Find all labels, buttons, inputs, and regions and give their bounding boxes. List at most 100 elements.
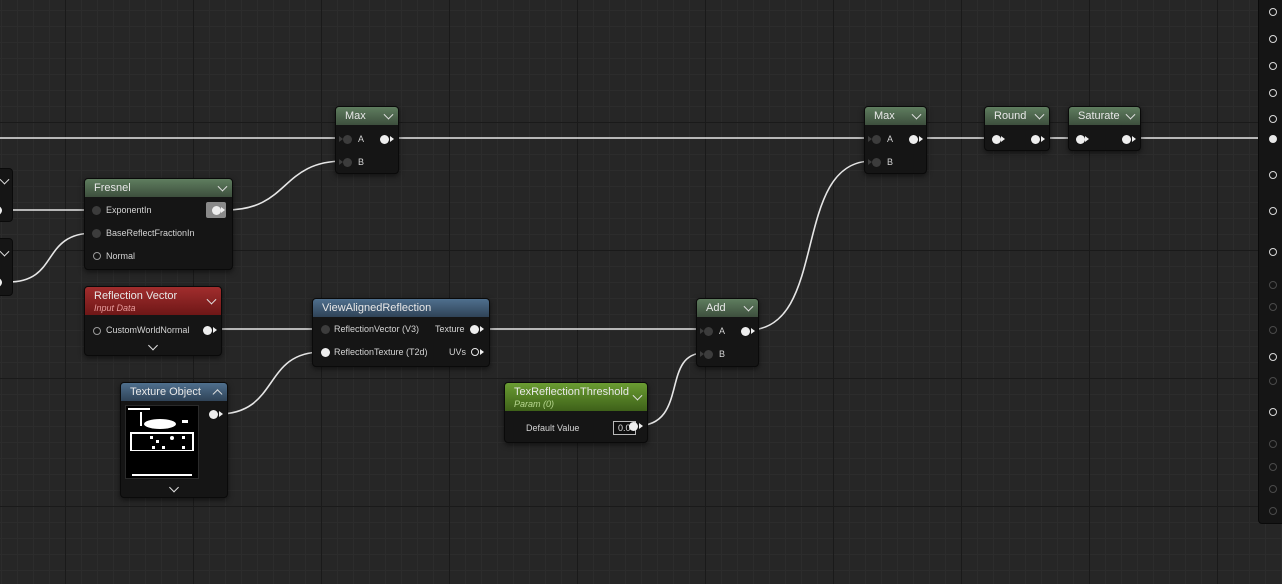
- pin-label-b: B: [358, 157, 365, 167]
- pin-disconnected-icon[interactable]: [1269, 35, 1277, 43]
- node-header[interactable]: Add: [697, 299, 758, 317]
- pin-disabled-icon[interactable]: [1269, 485, 1277, 493]
- add-node[interactable]: Add A B: [696, 298, 759, 367]
- pin-disabled-icon[interactable]: [1269, 281, 1277, 289]
- saturate-node[interactable]: Saturate: [1068, 106, 1141, 151]
- reflection-vector-node[interactable]: Reflection Vector Input Data CustomWorld…: [84, 286, 222, 356]
- pin-connected-icon[interactable]: [629, 422, 638, 431]
- tex-reflection-threshold-node[interactable]: TexReflectionThreshold Param (0) Default…: [504, 382, 648, 443]
- pin-disconnected-icon[interactable]: [93, 327, 101, 335]
- node-title: Reflection Vector: [94, 290, 178, 302]
- pin-disconnected-icon[interactable]: [1269, 171, 1277, 179]
- pin-connected-icon[interactable]: [321, 348, 330, 357]
- node-subtitle: Param (0): [514, 399, 555, 409]
- pin-disabled-icon[interactable]: [1269, 440, 1277, 448]
- node-header[interactable]: Texture Object: [121, 383, 227, 401]
- offscreen-node-1[interactable]: [0, 168, 13, 222]
- pin-disconnected-icon[interactable]: [1269, 115, 1277, 123]
- pin-label-a: A: [887, 134, 894, 144]
- pin-connected-icon[interactable]: [209, 410, 218, 419]
- texture-preview-thumbnail: [125, 405, 199, 479]
- chevron-down-icon[interactable]: [217, 181, 228, 192]
- node-title: Add: [706, 302, 726, 314]
- pin-disconnected-icon[interactable]: [471, 348, 479, 356]
- pin-disconnected-icon[interactable]: [872, 135, 881, 144]
- pin-disconnected-icon[interactable]: [93, 252, 101, 260]
- node-header[interactable]: Round: [985, 107, 1049, 125]
- material-graph-canvas[interactable]: Max A B Max A B Round Saturate Fresnel E…: [0, 0, 1282, 584]
- pin-disconnected-icon[interactable]: [1269, 248, 1277, 256]
- pin-connected-icon[interactable]: [909, 135, 918, 144]
- max-node-2[interactable]: Max A B: [864, 106, 927, 174]
- pin-connected-icon[interactable]: [1076, 135, 1085, 144]
- node-header[interactable]: TexReflectionThreshold Param (0): [505, 383, 647, 411]
- pin-connected-icon[interactable]: [1269, 135, 1277, 143]
- pin-disconnected-icon[interactable]: [1269, 8, 1277, 16]
- node-title: Round: [994, 110, 1027, 122]
- chevron-up-icon[interactable]: [212, 389, 223, 400]
- node-header[interactable]: Fresnel: [85, 179, 232, 197]
- texture-object-node[interactable]: Texture Object: [120, 382, 228, 498]
- pin-connected-icon[interactable]: [470, 325, 479, 334]
- pin-output-arrow-icon: [390, 136, 394, 142]
- pin-disconnected-icon[interactable]: [343, 135, 352, 144]
- pin-label-texture-out: Texture: [435, 324, 465, 334]
- pin-disabled-icon[interactable]: [1269, 463, 1277, 471]
- pin-connected-icon[interactable]: [212, 206, 221, 215]
- wire-texture-object-to-var: [217, 351, 323, 415]
- pin-disconnected-icon[interactable]: [1269, 353, 1277, 361]
- chevron-down-icon[interactable]: [1034, 109, 1045, 120]
- node-header[interactable]: Reflection Vector Input Data: [85, 287, 221, 315]
- chevron-down-icon[interactable]: [1125, 109, 1136, 120]
- pin-disconnected-icon[interactable]: [704, 350, 713, 359]
- pin-disconnected-icon[interactable]: [1269, 89, 1277, 97]
- pin-label-reflectionvector: ReflectionVector (V3): [334, 324, 420, 334]
- chevron-down-icon[interactable]: [911, 109, 922, 120]
- pin-disconnected-icon[interactable]: [1269, 207, 1277, 215]
- chevron-down-icon[interactable]: [0, 174, 10, 185]
- chevron-down-icon[interactable]: [743, 301, 754, 312]
- pin-disconnected-icon[interactable]: [343, 158, 352, 167]
- pin-connected-icon[interactable]: [1031, 135, 1040, 144]
- pin-connected-icon[interactable]: [380, 135, 389, 144]
- chevron-down-icon[interactable]: [383, 109, 394, 120]
- pin-connected-icon[interactable]: [992, 135, 1001, 144]
- pin-disconnected-icon[interactable]: [92, 206, 101, 215]
- node-title: Max: [345, 110, 366, 122]
- node-header[interactable]: ViewAlignedReflection: [313, 299, 489, 317]
- pin-disabled-icon[interactable]: [1269, 303, 1277, 311]
- pin-disconnected-icon[interactable]: [92, 229, 101, 238]
- pin-disconnected-icon[interactable]: [321, 325, 330, 334]
- chevron-down-icon[interactable]: [0, 246, 10, 257]
- pin-disconnected-icon[interactable]: [704, 327, 713, 336]
- wire-offscreen-to-fresnel-basereflect: [7, 232, 95, 283]
- pin-connected-icon[interactable]: [0, 206, 2, 215]
- pin-connected-icon[interactable]: [1122, 135, 1131, 144]
- chevron-down-icon[interactable]: [632, 390, 643, 401]
- pin-disabled-icon[interactable]: [1269, 377, 1277, 385]
- round-node[interactable]: Round: [984, 106, 1050, 151]
- pin-output-arrow-icon: [213, 327, 217, 333]
- pin-disabled-icon[interactable]: [1269, 326, 1277, 334]
- pin-disabled-icon[interactable]: [1269, 507, 1277, 515]
- node-header[interactable]: Max: [336, 107, 398, 125]
- node-header[interactable]: Saturate: [1069, 107, 1140, 125]
- chevron-down-icon[interactable]: [148, 340, 158, 351]
- max-node-1[interactable]: Max A B: [335, 106, 399, 174]
- offscreen-node-2[interactable]: [0, 238, 13, 296]
- view-aligned-reflection-node[interactable]: ViewAlignedReflection ReflectionVector (…: [312, 298, 490, 367]
- chevron-down-icon[interactable]: [169, 482, 179, 493]
- node-title: Fresnel: [94, 182, 131, 194]
- chevron-down-icon[interactable]: [206, 294, 217, 305]
- pin-connected-icon[interactable]: [203, 326, 212, 335]
- material-output-node[interactable]: [1258, 0, 1282, 524]
- pin-connected-icon[interactable]: [741, 327, 750, 336]
- pin-disconnected-icon[interactable]: [1269, 62, 1277, 70]
- pin-output-arrow-icon: [1132, 136, 1136, 142]
- node-header[interactable]: Max: [865, 107, 926, 125]
- fresnel-node[interactable]: Fresnel ExponentIn BaseReflectFractionIn…: [84, 178, 233, 270]
- pin-disconnected-icon[interactable]: [1269, 408, 1277, 416]
- pin-disconnected-icon[interactable]: [872, 158, 881, 167]
- pin-connected-icon[interactable]: [0, 278, 2, 287]
- node-title: TexReflectionThreshold: [514, 386, 629, 398]
